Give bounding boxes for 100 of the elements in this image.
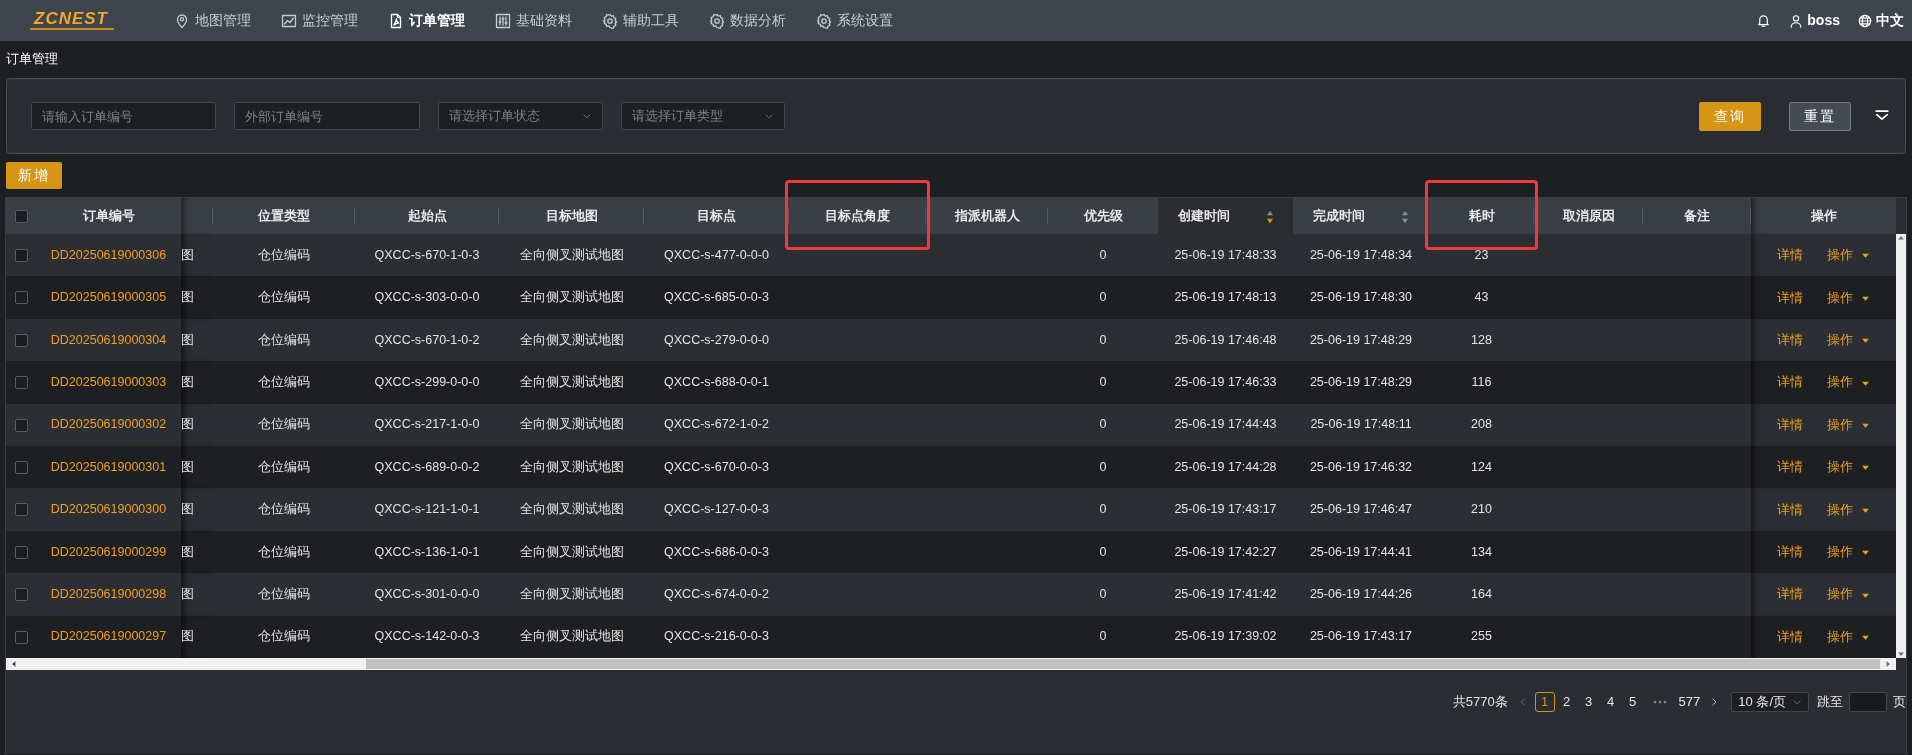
sort-icon[interactable] [1265, 209, 1274, 224]
select-field[interactable]: 请选择订单类型 [621, 102, 785, 130]
scroll-right-icon[interactable] [1884, 659, 1892, 668]
details-link[interactable]: 详情 [1777, 247, 1804, 263]
nav-tab[interactable]: 系统设置 [816, 6, 893, 35]
row-checkbox[interactable] [14, 376, 28, 390]
globe-icon [1858, 13, 1872, 28]
table-cell: 25-06-19 17:44:28 [1174, 459, 1277, 474]
table-cell: QXCC-s-670-1-0-2 [374, 332, 480, 347]
details-link[interactable]: 详情 [1777, 332, 1804, 348]
table-cell: 25-06-19 17:48:34 [1309, 247, 1413, 262]
page-input[interactable] [1849, 691, 1887, 712]
details-link[interactable]: 详情 [1777, 416, 1804, 432]
line-chart-icon [281, 12, 297, 29]
language-menu[interactable]: 中文 [1858, 10, 1904, 31]
table-cell: 图 [181, 459, 194, 474]
reset-button[interactable]: 重置 [1789, 101, 1851, 131]
table-cell: QXCC-s-216-0-0-3 [664, 629, 769, 644]
details-link[interactable]: 详情 [1777, 289, 1804, 305]
actions-dropdown[interactable]: 操作 [1827, 247, 1870, 263]
document-icon [388, 12, 404, 29]
order-number[interactable]: DD20250619000306 [50, 247, 167, 262]
row-checkbox[interactable] [14, 418, 28, 432]
page-unit-label: 页 [1893, 693, 1906, 712]
nav-tab[interactable]: 监控管理 [281, 6, 358, 35]
details-link[interactable]: 详情 [1777, 459, 1804, 475]
row-checkbox[interactable] [14, 291, 28, 305]
nav-tab[interactable]: 基础资料 [495, 6, 572, 35]
actions-dropdown[interactable]: 操作 [1827, 374, 1870, 390]
row-checkbox[interactable] [14, 249, 28, 262]
details-link[interactable]: 详情 [1777, 628, 1804, 644]
nav-tab[interactable]: 数据分析 [709, 6, 786, 35]
order-number[interactable]: DD20250619000304 [50, 332, 167, 347]
row-checkbox[interactable] [14, 588, 28, 602]
order-number[interactable]: DD20250619000300 [50, 502, 167, 517]
collapse-icon[interactable] [1873, 109, 1891, 123]
nav-tab[interactable]: 订单管理 [388, 6, 465, 35]
nav-tab[interactable]: 地图管理 [174, 6, 251, 35]
page-size-select[interactable]: 10 条/页 [1731, 691, 1809, 712]
ellipsis-icon[interactable] [1651, 698, 1668, 705]
page-link[interactable]: 3 [1578, 691, 1599, 712]
table-cell: QXCC-s-688-0-0-1 [664, 375, 769, 389]
table-cell: 25-06-19 17:42:27 [1174, 544, 1277, 559]
table-cell: QXCC-s-670-1-0-3 [374, 247, 480, 262]
table-cell: 0 [1099, 375, 1107, 389]
select-field[interactable]: 请选择订单状态 [438, 102, 603, 130]
table-cell: 25-06-19 17:46:48 [1174, 332, 1277, 347]
order-number[interactable]: DD20250619000298 [50, 586, 167, 601]
logo[interactable]: ZCNEST [30, 11, 114, 30]
page-link[interactable]: 577 [1676, 691, 1703, 712]
nav-tab[interactable]: 辅助工具 [602, 6, 679, 35]
details-link[interactable]: 详情 [1777, 374, 1804, 390]
sliders-icon [495, 12, 511, 29]
page-link[interactable]: 1 [1534, 691, 1555, 712]
input-field[interactable]: 外部订单编号 [234, 102, 420, 130]
input-field[interactable]: 请输入订单编号 [31, 102, 216, 130]
vertical-scrollbar[interactable] [1896, 234, 1906, 658]
row-checkbox[interactable] [14, 545, 28, 559]
actions-dropdown[interactable]: 操作 [1827, 628, 1870, 644]
select-all-checkbox[interactable] [14, 210, 28, 224]
table-cell: QXCC-s-674-0-0-2 [664, 586, 769, 601]
table-cell: 全向侧叉测试地图 [519, 502, 624, 517]
table-cell: QXCC-s-685-0-0-3 [664, 290, 769, 305]
column-header: 操作 [1810, 208, 1837, 224]
page-link[interactable]: 5 [1622, 691, 1643, 712]
details-link[interactable]: 详情 [1777, 586, 1804, 602]
page-link[interactable]: 2 [1556, 691, 1577, 712]
row-checkbox[interactable] [14, 460, 28, 474]
table-cell: 23 [1474, 247, 1489, 262]
row-checkbox[interactable] [14, 333, 28, 347]
scroll-left-icon[interactable] [10, 659, 18, 668]
column-header: 起始点 [407, 208, 447, 224]
table-cell: QXCC-s-672-1-0-2 [664, 417, 769, 432]
row-checkbox[interactable] [14, 630, 28, 644]
table-cell: 0 [1099, 459, 1107, 474]
page-link[interactable]: 4 [1600, 691, 1621, 712]
details-link[interactable]: 详情 [1777, 544, 1804, 560]
table-cell: 全向侧叉测试地图 [519, 459, 624, 474]
sort-icon[interactable] [1401, 209, 1409, 224]
row-checkbox[interactable] [14, 503, 28, 517]
table-cell: 0 [1099, 247, 1107, 262]
column-header: 耗时 [1468, 208, 1495, 224]
column-header: 备注 [1684, 208, 1710, 224]
actions-dropdown[interactable]: 操作 [1827, 289, 1870, 305]
actions-dropdown[interactable]: 操作 [1827, 544, 1870, 560]
details-link[interactable]: 详情 [1777, 501, 1804, 517]
actions-dropdown[interactable]: 操作 [1827, 501, 1870, 517]
order-number[interactable]: DD20250619000302 [50, 417, 167, 432]
column-header: 位置类型 [258, 208, 310, 224]
actions-dropdown[interactable]: 操作 [1827, 332, 1870, 348]
actions-dropdown[interactable]: 操作 [1827, 459, 1870, 475]
table-cell: 图 [181, 417, 194, 432]
table-cell: 25-06-19 17:48:29 [1309, 375, 1413, 389]
actions-dropdown[interactable]: 操作 [1827, 586, 1870, 602]
actions-dropdown[interactable]: 操作 [1827, 416, 1870, 432]
table-cell: 图 [181, 247, 194, 262]
bell-icon[interactable] [1756, 13, 1772, 28]
user-menu[interactable]: boss [1789, 10, 1840, 31]
scroll-up-icon[interactable] [1897, 234, 1905, 242]
table-cell: 0 [1099, 502, 1107, 517]
